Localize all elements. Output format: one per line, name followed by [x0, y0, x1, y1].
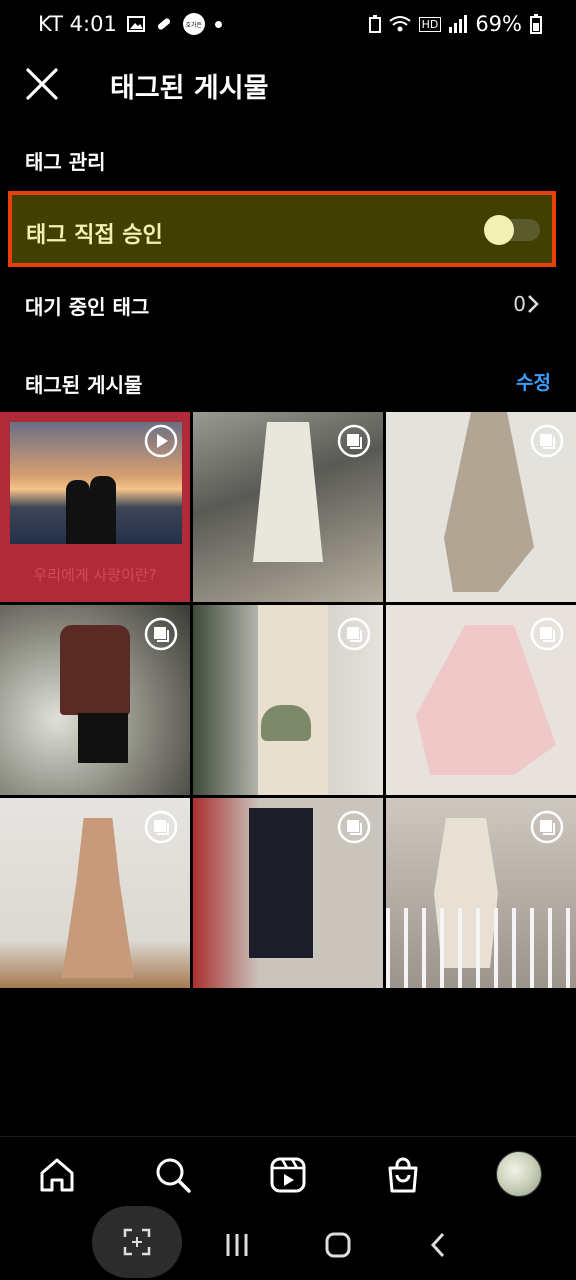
approve-tags-toggle[interactable] [484, 215, 540, 245]
home-button-icon[interactable] [324, 1231, 352, 1259]
search-icon[interactable] [153, 1155, 193, 1195]
screenshot-capture-button[interactable] [92, 1206, 182, 1278]
multiple-photos-icon [337, 424, 371, 458]
video-play-icon [144, 424, 178, 458]
post-tile-4[interactable] [0, 605, 190, 795]
post-tile-3[interactable] [386, 412, 576, 602]
hd-badge: HD [418, 16, 442, 32]
battery-percent: 69% [475, 12, 522, 36]
approve-tags-row[interactable]: 태그 직접 승인 [8, 191, 556, 267]
multiple-photos-icon [530, 617, 564, 651]
edit-link[interactable]: 수정 [516, 368, 551, 395]
notification-badge: 호가든 [182, 13, 205, 35]
status-left: KT 4:01 호가든 [38, 12, 222, 36]
status-right: HD 69% [368, 12, 542, 36]
signal-icon [449, 15, 468, 33]
pending-tags-count: 0 [513, 292, 526, 316]
more-notifications-dot [214, 20, 222, 28]
post-tile-5[interactable] [193, 605, 383, 795]
tag-manage-section-label: 태그 관리 [25, 150, 106, 174]
carrier-time: KT 4:01 [38, 12, 117, 36]
profile-avatar[interactable] [496, 1151, 542, 1197]
battery-saver-icon [368, 15, 381, 33]
gallery-icon [126, 16, 145, 32]
recent-apps-icon[interactable] [224, 1232, 250, 1258]
tagged-posts-section-label: 태그된 게시물 [25, 373, 143, 397]
post-tile-9[interactable] [386, 798, 576, 988]
capture-frame-icon [123, 1228, 151, 1256]
post-tile-6[interactable] [386, 605, 576, 795]
page-title: 태그된 게시물 [110, 73, 269, 104]
post-caption: 우리에게 사랑이란? [33, 566, 157, 584]
status-bar: KT 4:01 호가든 HD 69% [0, 0, 576, 52]
pending-tags-label[interactable]: 대기 중인 태그 [25, 291, 149, 320]
post-tile-2[interactable] [193, 412, 383, 602]
approve-tags-label: 태그 직접 승인 [26, 223, 163, 248]
bottom-nav [0, 1136, 576, 1213]
back-icon[interactable] [428, 1231, 448, 1259]
close-icon[interactable] [24, 66, 60, 102]
multiple-photos-icon [144, 810, 178, 844]
toggle-knob [484, 215, 514, 245]
reels-icon[interactable] [268, 1155, 308, 1195]
battery-icon [530, 14, 542, 34]
header: 태그된 게시물 [0, 52, 576, 116]
post-tile-8[interactable] [193, 798, 383, 988]
multiple-photos-icon [144, 617, 178, 651]
post-tile-7[interactable] [0, 798, 190, 988]
chevron-right-icon[interactable] [526, 294, 540, 314]
pill-icon [157, 18, 170, 30]
system-nav-bar [0, 1206, 576, 1280]
multiple-photos-icon [337, 617, 371, 651]
multiple-photos-icon [530, 810, 564, 844]
wifi-icon [388, 16, 411, 32]
home-icon[interactable] [37, 1155, 77, 1195]
shop-icon[interactable] [383, 1155, 423, 1195]
post-tile-1[interactable]: 우리에게 사랑이란? [0, 412, 190, 602]
multiple-photos-icon [530, 424, 564, 458]
multiple-photos-icon [337, 810, 371, 844]
